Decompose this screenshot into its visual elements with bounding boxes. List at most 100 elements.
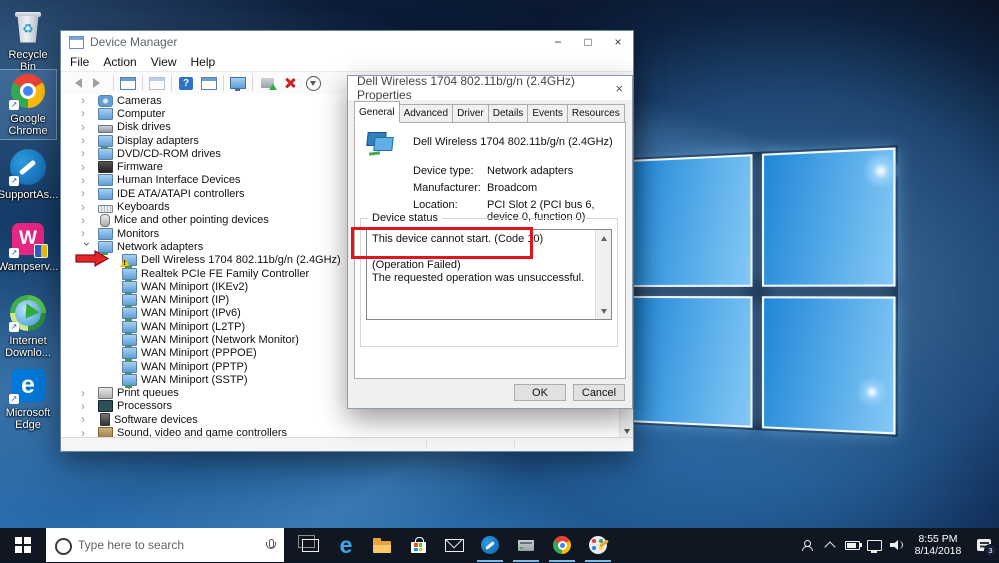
- tree-item-label: Cameras: [117, 94, 162, 107]
- tree-item-label: Keyboards: [117, 201, 170, 214]
- people-icon: [802, 539, 814, 551]
- shortcut-arrow-icon: ↗: [9, 248, 19, 258]
- chevron-collapsed-icon[interactable]: ›: [81, 227, 97, 239]
- taskbar-store-button[interactable]: [400, 528, 436, 562]
- back-icon[interactable]: [67, 74, 85, 92]
- taskbar-paint-button[interactable]: [580, 528, 616, 562]
- processor-icon: [98, 400, 113, 413]
- window-titlebar[interactable]: Device Manager − □ ×: [61, 31, 633, 53]
- uninstall-device-icon[interactable]: [281, 74, 299, 92]
- tree-item-label: WAN Miniport (IKEv2): [141, 280, 249, 293]
- taskbar-edge-button[interactable]: e: [328, 528, 364, 562]
- minimize-button[interactable]: −: [543, 31, 573, 53]
- chevron-collapsed-icon[interactable]: ›: [81, 187, 97, 199]
- taskbar-device-manager-button[interactable]: [508, 528, 544, 562]
- tree-item-software-devices[interactable]: › Software devices: [61, 413, 633, 427]
- chevron-collapsed-icon[interactable]: ›: [81, 387, 97, 399]
- show-hidden-icons-button[interactable]: [819, 528, 841, 562]
- desktop-icon-google-chrome[interactable]: ↗ Google Chrome: [0, 69, 57, 140]
- network-icon: [122, 360, 137, 375]
- field-label: Device type:: [413, 165, 474, 177]
- chevron-collapsed-icon[interactable]: ›: [81, 134, 97, 146]
- network-icon: [122, 294, 137, 309]
- maximize-button[interactable]: □: [573, 31, 603, 53]
- desktop-icon-recycle-bin[interactable]: ♻ Recycle Bin: [0, 6, 56, 75]
- taskbar-file-explorer-button[interactable]: [364, 528, 400, 562]
- tab-resources[interactable]: Resources: [566, 104, 625, 123]
- clock-date: 8/14/2018: [914, 545, 962, 557]
- chevron-collapsed-icon[interactable]: ›: [81, 107, 97, 119]
- taskbar-clock[interactable]: 8:55 PM 8/14/2018: [907, 533, 969, 557]
- tab-advanced[interactable]: Advanced: [398, 104, 454, 123]
- volume-icon: [889, 540, 903, 550]
- tree-item-label: Dell Wireless 1704 802.11b/g/n (2.4GHz): [141, 254, 341, 267]
- disable-device-icon[interactable]: [304, 74, 322, 92]
- desktop-icon-internet-download-manager[interactable]: ↗ Internet Downlo...: [0, 292, 56, 361]
- printer-icon: [98, 387, 113, 400]
- desktop-icon-microsoft-edge[interactable]: e ↗ Microsoft Edge: [0, 364, 56, 433]
- scroll-down-icon[interactable]: [596, 304, 611, 319]
- forward-icon[interactable]: [90, 74, 108, 92]
- dialog-close-icon[interactable]: ×: [607, 76, 632, 100]
- microsoft-store-icon: [410, 536, 426, 553]
- field-row: Device type: Network adapters: [413, 165, 619, 177]
- menu-file[interactable]: File: [63, 55, 96, 69]
- menu-action[interactable]: Action: [96, 55, 143, 69]
- network-button[interactable]: [863, 528, 885, 562]
- volume-button[interactable]: [885, 528, 907, 562]
- chevron-collapsed-icon[interactable]: ›: [81, 413, 97, 425]
- dialog-titlebar[interactable]: Dell Wireless 1704 802.11b/g/n (2.4GHz) …: [348, 74, 632, 102]
- chevron-collapsed-icon[interactable]: ›: [81, 94, 97, 106]
- close-button[interactable]: ×: [603, 31, 633, 53]
- chevron-collapsed-icon[interactable]: ›: [81, 121, 97, 133]
- dialog-tabs: General Advanced Driver Details Events Resour…: [354, 101, 626, 123]
- chevron-collapsed-icon[interactable]: ›: [81, 201, 97, 213]
- tab-driver[interactable]: Driver: [452, 104, 489, 123]
- menu-view[interactable]: View: [144, 55, 184, 69]
- scan-hardware-changes-icon[interactable]: [229, 74, 247, 92]
- light-glare: [862, 152, 900, 190]
- export-icon[interactable]: [148, 74, 166, 92]
- properties-icon[interactable]: [200, 74, 218, 92]
- desktop-icon-label: Google Chrome: [8, 113, 48, 137]
- hid-icon: [98, 174, 113, 187]
- help-icon[interactable]: ?: [177, 74, 195, 92]
- ok-button[interactable]: OK: [514, 384, 566, 401]
- start-button[interactable]: [0, 528, 46, 562]
- edge-icon: e ↗: [9, 366, 47, 404]
- people-button[interactable]: [797, 528, 819, 562]
- tab-general[interactable]: General: [354, 101, 400, 123]
- chevron-up-icon: [824, 541, 836, 553]
- chevron-collapsed-icon[interactable]: ›: [81, 174, 97, 186]
- tree-item-label: Disk drives: [117, 121, 171, 134]
- tab-details[interactable]: Details: [487, 104, 529, 123]
- tab-events[interactable]: Events: [527, 104, 568, 123]
- tree-item-label: Processors: [117, 400, 173, 413]
- desktop-icon-supportassist[interactable]: ↗ SupportAs...: [0, 146, 58, 203]
- microphone-icon[interactable]: [266, 539, 276, 551]
- action-center-button[interactable]: 3: [969, 528, 999, 562]
- search-input[interactable]: [46, 527, 284, 563]
- taskbar-supportassist-button[interactable]: [472, 528, 508, 562]
- taskbar-mail-button[interactable]: [436, 528, 472, 562]
- wampserver-icon: W ↗: [9, 220, 48, 258]
- status-scrollbar[interactable]: [595, 230, 611, 319]
- menu-help[interactable]: Help: [184, 55, 223, 69]
- network-icon: [122, 320, 137, 335]
- battery-button[interactable]: [841, 528, 863, 562]
- chevron-collapsed-icon[interactable]: ›: [81, 147, 97, 159]
- windows-logo-pane: [629, 295, 752, 428]
- chevron-collapsed-icon[interactable]: ›: [81, 214, 97, 226]
- taskbar-search[interactable]: [46, 527, 284, 563]
- chevron-collapsed-icon[interactable]: ›: [81, 161, 97, 173]
- task-view-button[interactable]: [292, 528, 328, 562]
- monitor-icon: [98, 227, 113, 240]
- taskbar-chrome-button[interactable]: [544, 528, 580, 562]
- scroll-up-icon[interactable]: [596, 230, 611, 245]
- chevron-collapsed-icon[interactable]: ›: [81, 400, 97, 412]
- show-console-tree-icon[interactable]: [119, 74, 137, 92]
- cancel-button[interactable]: Cancel: [573, 384, 625, 401]
- desktop-icon-wampserver[interactable]: W ↗ Wampserv...: [0, 218, 58, 275]
- warning-badge-icon: [120, 258, 130, 268]
- update-driver-icon[interactable]: [258, 74, 277, 92]
